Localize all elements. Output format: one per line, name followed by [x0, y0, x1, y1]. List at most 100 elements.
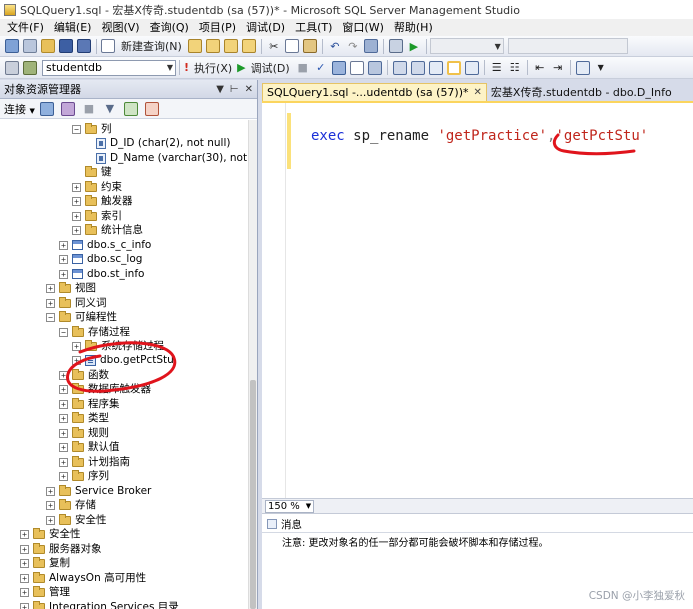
- expand-icon[interactable]: +: [72, 355, 81, 365]
- menu-tools[interactable]: 工具(T): [290, 19, 337, 36]
- activity-icon[interactable]: [144, 101, 160, 117]
- display-plan-icon[interactable]: [331, 60, 347, 76]
- parse-icon[interactable]: ✓: [313, 60, 329, 76]
- tree-node-functions[interactable]: + 函数: [59, 368, 109, 382]
- increase-indent-icon[interactable]: ⇥: [550, 60, 566, 76]
- new-project-icon[interactable]: [4, 38, 20, 54]
- expand-icon[interactable]: +: [72, 196, 81, 206]
- tree-node-column-d-id[interactable]: D_ID (char(2), not null): [96, 136, 230, 150]
- decrease-indent-icon[interactable]: ⇤: [532, 60, 548, 76]
- expand-icon[interactable]: +: [59, 428, 68, 438]
- collapse-icon[interactable]: −: [59, 327, 68, 337]
- results-to-text-icon[interactable]: [428, 60, 444, 76]
- tab-sqlquery1[interactable]: SQLQuery1.sql -...udentdb (sa (57))* ✕: [262, 83, 487, 101]
- expand-icon[interactable]: +: [59, 457, 68, 467]
- tree-node-constraints[interactable]: + 约束: [72, 180, 122, 194]
- open-file-icon[interactable]: [40, 38, 56, 54]
- specify-template-values-icon[interactable]: [575, 60, 591, 76]
- paste-icon[interactable]: [302, 38, 318, 54]
- expand-icon[interactable]: +: [59, 240, 68, 250]
- stop-icon[interactable]: ■: [81, 101, 97, 117]
- expand-icon[interactable]: +: [46, 515, 55, 525]
- tab-d-info-table[interactable]: 宏基X传奇.studentdb - dbo.D_Info: [487, 83, 676, 101]
- tree-node-synonyms[interactable]: + 同义词: [46, 296, 107, 310]
- disconnect-icon[interactable]: [60, 101, 76, 117]
- expand-icon[interactable]: +: [59, 442, 68, 452]
- save-icon[interactable]: [58, 38, 74, 54]
- mdx-query-icon[interactable]: [223, 38, 239, 54]
- tree-node-storage[interactable]: + 存储: [46, 498, 96, 512]
- tree-node-server-objects[interactable]: + 服务器对象: [20, 542, 102, 556]
- tree-node-defaults[interactable]: + 默认值: [59, 440, 120, 454]
- uncomment-icon[interactable]: ☷: [507, 60, 523, 76]
- object-explorer-scrollbar[interactable]: [248, 120, 257, 609]
- intellisense-icon[interactable]: [367, 60, 383, 76]
- comment-out-icon[interactable]: ☰: [489, 60, 505, 76]
- tree-node-database-triggers[interactable]: + 数据库触发器: [59, 382, 151, 396]
- activity-monitor-icon[interactable]: [388, 38, 404, 54]
- tree-node-system-stored-procedures[interactable]: + 系统存储过程: [72, 339, 164, 353]
- add-item-icon[interactable]: [22, 38, 38, 54]
- expand-icon[interactable]: +: [72, 225, 81, 235]
- code-line-1[interactable]: exec sp_rename 'getPractice','getPctStu': [311, 128, 648, 144]
- scrollbar-thumb[interactable]: [250, 380, 256, 609]
- tab-messages[interactable]: 消息: [267, 516, 302, 532]
- results-to-file-icon[interactable]: [464, 60, 480, 76]
- tree-node-rules[interactable]: + 规则: [59, 426, 109, 440]
- tree-node-programmability[interactable]: − 可编程性: [46, 310, 117, 324]
- filter-icon[interactable]: ▼: [102, 101, 118, 117]
- tree-node-columns[interactable]: − 列: [72, 122, 112, 136]
- tree-node-plan-guides[interactable]: + 计划指南: [59, 455, 130, 469]
- redo-icon[interactable]: ↷: [345, 38, 361, 54]
- expand-icon[interactable]: +: [46, 500, 55, 510]
- menu-view[interactable]: 视图(V): [96, 19, 144, 36]
- collapse-icon[interactable]: −: [72, 124, 81, 134]
- query-designer-icon[interactable]: [349, 60, 365, 76]
- expand-icon[interactable]: +: [59, 254, 68, 264]
- expand-icon[interactable]: +: [59, 370, 68, 380]
- expand-icon[interactable]: +: [59, 384, 68, 394]
- menu-help[interactable]: 帮助(H): [389, 19, 438, 36]
- tree-node-security[interactable]: + 安全性: [20, 527, 81, 541]
- save-all-icon[interactable]: [76, 38, 92, 54]
- expand-icon[interactable]: +: [72, 211, 81, 221]
- menu-project[interactable]: 项目(P): [194, 19, 241, 36]
- connect-explorer-icon[interactable]: [39, 101, 55, 117]
- window-position-icon[interactable]: ▼: [216, 84, 224, 95]
- tree-node-integration-services[interactable]: + Integration Services 目录: [20, 600, 179, 609]
- cancel-query-icon[interactable]: ■: [295, 60, 311, 76]
- expand-icon[interactable]: +: [59, 471, 68, 481]
- expand-icon[interactable]: +: [59, 413, 68, 423]
- connect-dropdown[interactable]: 连接 ▼: [4, 101, 35, 117]
- expand-icon[interactable]: +: [59, 399, 68, 409]
- tree-node-service-broker[interactable]: + Service Broker: [46, 484, 151, 498]
- expand-icon[interactable]: +: [59, 269, 68, 279]
- db-engine-query-icon[interactable]: [187, 38, 203, 54]
- menu-window[interactable]: 窗口(W): [337, 19, 388, 36]
- tree-node-statistics[interactable]: + 统计信息: [72, 223, 143, 237]
- expand-icon[interactable]: +: [20, 573, 29, 583]
- execute-button[interactable]: ! 执行(X): [184, 60, 235, 76]
- tree-node-table-st-info[interactable]: + dbo.st_info: [59, 267, 144, 281]
- undo-icon[interactable]: ↶: [327, 38, 343, 54]
- expand-icon[interactable]: +: [20, 529, 29, 539]
- results-to-grid-icon[interactable]: [446, 60, 462, 76]
- cut-icon[interactable]: ✂: [266, 38, 282, 54]
- refresh-icon[interactable]: [123, 101, 139, 117]
- tree-node-indexes[interactable]: + 索引: [72, 209, 122, 223]
- tree-node-replication[interactable]: + 复制: [20, 556, 70, 570]
- tree-node-management[interactable]: + 管理: [20, 585, 70, 599]
- menu-edit[interactable]: 编辑(E): [49, 19, 97, 36]
- tree-node-alwayson[interactable]: + AlwaysOn 高可用性: [20, 571, 146, 585]
- client-stats-icon[interactable]: [410, 60, 426, 76]
- new-query-button[interactable]: 新建查询(N): [101, 38, 185, 54]
- close-icon[interactable]: ✕: [245, 84, 253, 95]
- expand-icon[interactable]: +: [20, 544, 29, 554]
- close-icon[interactable]: ✕: [474, 87, 482, 98]
- zoom-select[interactable]: 150 % ▼: [265, 499, 315, 513]
- toolbar-overflow-icon[interactable]: ▼: [593, 60, 609, 76]
- menu-query[interactable]: 查询(Q): [145, 19, 194, 36]
- expand-icon[interactable]: +: [20, 602, 29, 609]
- tree-node-table-sc-log[interactable]: + dbo.sc_log: [59, 252, 142, 266]
- find-combo[interactable]: [507, 38, 628, 54]
